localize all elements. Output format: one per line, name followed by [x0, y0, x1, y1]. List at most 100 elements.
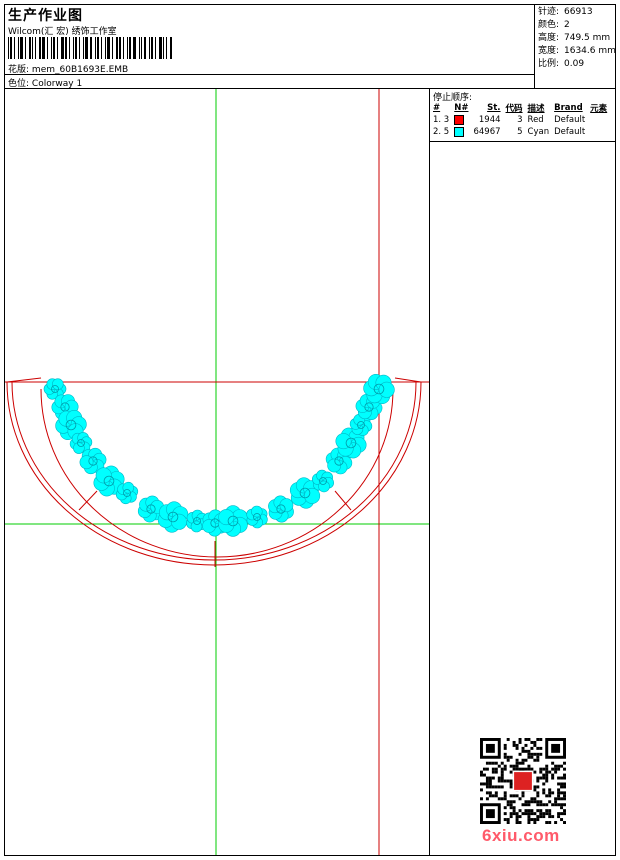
- qr-module: [482, 767, 486, 771]
- rose-motif: [246, 505, 268, 529]
- barcode-bar: [141, 37, 142, 59]
- qr-module: [521, 791, 525, 795]
- qr-module: [485, 779, 489, 783]
- color-swatch-red: [454, 114, 465, 125]
- barcode-bar: [127, 37, 128, 59]
- qr-module: [488, 785, 492, 789]
- qr-module: [533, 740, 537, 744]
- qr-module: [500, 770, 504, 774]
- qr-module: [527, 821, 531, 824]
- qr-module: [560, 782, 564, 786]
- sidebar-divider: [429, 88, 430, 856]
- qr-module: [554, 821, 558, 824]
- qr-module: [524, 803, 528, 807]
- rose-petal: [304, 487, 321, 504]
- qr-module: [539, 815, 543, 819]
- qr-module: [485, 797, 489, 801]
- barcode-bar: [105, 37, 106, 59]
- qr-module: [533, 752, 537, 756]
- qr-module: [548, 791, 552, 795]
- qr-module: [506, 803, 510, 807]
- qr-module: [488, 776, 492, 780]
- rose-motif: [157, 501, 189, 533]
- qr-module: [557, 812, 561, 816]
- barcode-bar: [144, 37, 146, 59]
- qr-module: [491, 776, 495, 780]
- qr-module: [554, 803, 558, 807]
- left-end-stroke: [6, 377, 42, 383]
- qr-module: [509, 764, 513, 768]
- qr-module: [539, 809, 543, 813]
- qr-module: [485, 767, 489, 771]
- qr-module: [539, 803, 543, 807]
- qr-module: [557, 791, 561, 795]
- qr-module: [542, 776, 546, 780]
- qr-module: [551, 803, 555, 807]
- qr-module: [536, 785, 540, 789]
- qr-module: [518, 752, 522, 756]
- qr-module: [548, 800, 552, 804]
- qr-module: [536, 738, 540, 741]
- qr-module: [524, 749, 528, 753]
- rose-petal: [95, 467, 112, 484]
- qr-module: [533, 800, 537, 804]
- qr-module: [554, 800, 558, 804]
- barcode-bar: [8, 37, 9, 59]
- qr-module: [515, 821, 519, 824]
- rose-petal: [202, 519, 216, 533]
- qr-module: [503, 752, 507, 756]
- qr-module: [485, 761, 489, 765]
- design-field: 花版: mem_60B1693E.EMB: [8, 62, 128, 75]
- qr-module: [545, 794, 549, 798]
- qr-module: [536, 776, 540, 780]
- qr-module: [524, 743, 528, 747]
- qr-module: [521, 767, 525, 771]
- qr-module: [503, 746, 507, 750]
- col-index: #: [433, 103, 441, 113]
- qr-module: [536, 794, 540, 798]
- qr-module: [551, 815, 555, 819]
- qr-module: [542, 812, 546, 816]
- qr-module: [551, 773, 555, 777]
- qr-module: [515, 743, 519, 747]
- qr-module: [491, 761, 495, 765]
- col-code: 代码: [505, 104, 523, 114]
- qr-module: [506, 779, 510, 783]
- qr-module: [521, 749, 525, 753]
- qr-module: [488, 761, 492, 765]
- col-brand: Brand: [554, 103, 583, 113]
- qr-module: [488, 791, 492, 795]
- qr-module: [521, 803, 525, 807]
- guide-lines: [5, 89, 429, 855]
- barcode-bar: [83, 37, 84, 59]
- qr-module: [560, 776, 564, 780]
- table-header-row: # N# St. 代码 描述 Brand 元素: [431, 102, 610, 114]
- qr-module: [503, 797, 507, 801]
- barcode-bar: [79, 37, 80, 59]
- barcode-bar: [69, 37, 70, 59]
- qr-module: [494, 767, 498, 771]
- qr-code: [480, 738, 566, 824]
- qr-module: [497, 785, 501, 789]
- qr-module: [518, 767, 522, 771]
- qr-module: [557, 764, 561, 768]
- qr-module: [509, 782, 513, 786]
- stat-colors: 颜色: 2: [538, 20, 570, 30]
- barcode-bar: [129, 37, 131, 59]
- qr-module: [530, 800, 534, 804]
- qr-module: [503, 779, 507, 783]
- qr-module: [545, 770, 549, 774]
- embroidery-design-canvas: [5, 89, 429, 855]
- qr-module: [530, 767, 534, 771]
- qr-module: [509, 806, 513, 810]
- qr-module: [536, 791, 540, 795]
- qr-module: [563, 785, 566, 789]
- stat-width: 宽度: 1634.6 mm: [538, 46, 616, 56]
- qr-module: [503, 767, 507, 771]
- qr-module: [509, 779, 513, 783]
- qr-module: [530, 809, 534, 813]
- qr-module: [536, 803, 540, 807]
- qr-finder: [551, 743, 561, 753]
- qr-module: [548, 788, 552, 792]
- qr-module: [551, 767, 555, 771]
